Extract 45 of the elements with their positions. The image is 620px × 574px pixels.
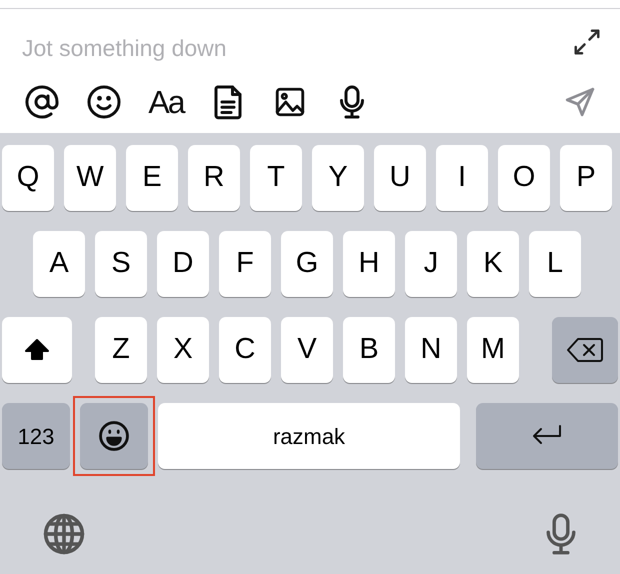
letter-key[interactable]: V [281, 317, 333, 383]
letter-key[interactable]: H [343, 231, 395, 297]
shift-arrow-icon [24, 338, 50, 362]
letter-key[interactable]: B [343, 317, 395, 383]
expand-icon [572, 27, 602, 57]
letter-key[interactable]: Z [95, 317, 147, 383]
backspace-key[interactable] [552, 317, 618, 383]
microphone-icon [544, 511, 578, 557]
letter-key[interactable]: Q [2, 145, 54, 211]
letter-key[interactable]: W [64, 145, 116, 211]
numbers-key[interactable]: 123 [2, 403, 70, 469]
letter-key[interactable]: K [467, 231, 519, 297]
letter-key[interactable]: L [529, 231, 581, 297]
letter-key[interactable]: E [126, 145, 178, 211]
backspace-icon [566, 336, 604, 364]
letter-key[interactable]: O [498, 145, 550, 211]
letter-key[interactable]: S [95, 231, 147, 297]
shift-key[interactable] [2, 317, 72, 383]
space-key[interactable]: razmak [158, 403, 460, 469]
text-format-button[interactable]: Aa [146, 82, 186, 122]
letter-key[interactable]: I [436, 145, 488, 211]
letter-key[interactable]: J [405, 231, 457, 297]
globe-icon [42, 512, 86, 556]
letter-key[interactable]: Y [312, 145, 364, 211]
letter-key[interactable]: X [157, 317, 209, 383]
globe-button[interactable] [42, 511, 86, 557]
microphone-icon [337, 84, 367, 120]
letter-key[interactable]: T [250, 145, 302, 211]
dictation-button[interactable] [544, 511, 578, 557]
letter-key[interactable]: R [188, 145, 240, 211]
paper-plane-icon [563, 84, 597, 118]
smiley-icon [97, 419, 131, 453]
letter-key[interactable]: P [560, 145, 612, 211]
letter-key[interactable]: M [467, 317, 519, 383]
letter-key[interactable]: U [374, 145, 426, 211]
letter-key[interactable]: F [219, 231, 271, 297]
at-sign-icon [24, 84, 60, 120]
smiley-icon [86, 84, 122, 120]
emoji-key[interactable] [80, 403, 148, 469]
letter-key[interactable]: A [33, 231, 85, 297]
letter-key[interactable]: C [219, 317, 271, 383]
note-input-field[interactable]: Jot something down [22, 31, 502, 66]
letter-key[interactable]: G [281, 231, 333, 297]
letter-key[interactable]: D [157, 231, 209, 297]
letter-key[interactable]: N [405, 317, 457, 383]
